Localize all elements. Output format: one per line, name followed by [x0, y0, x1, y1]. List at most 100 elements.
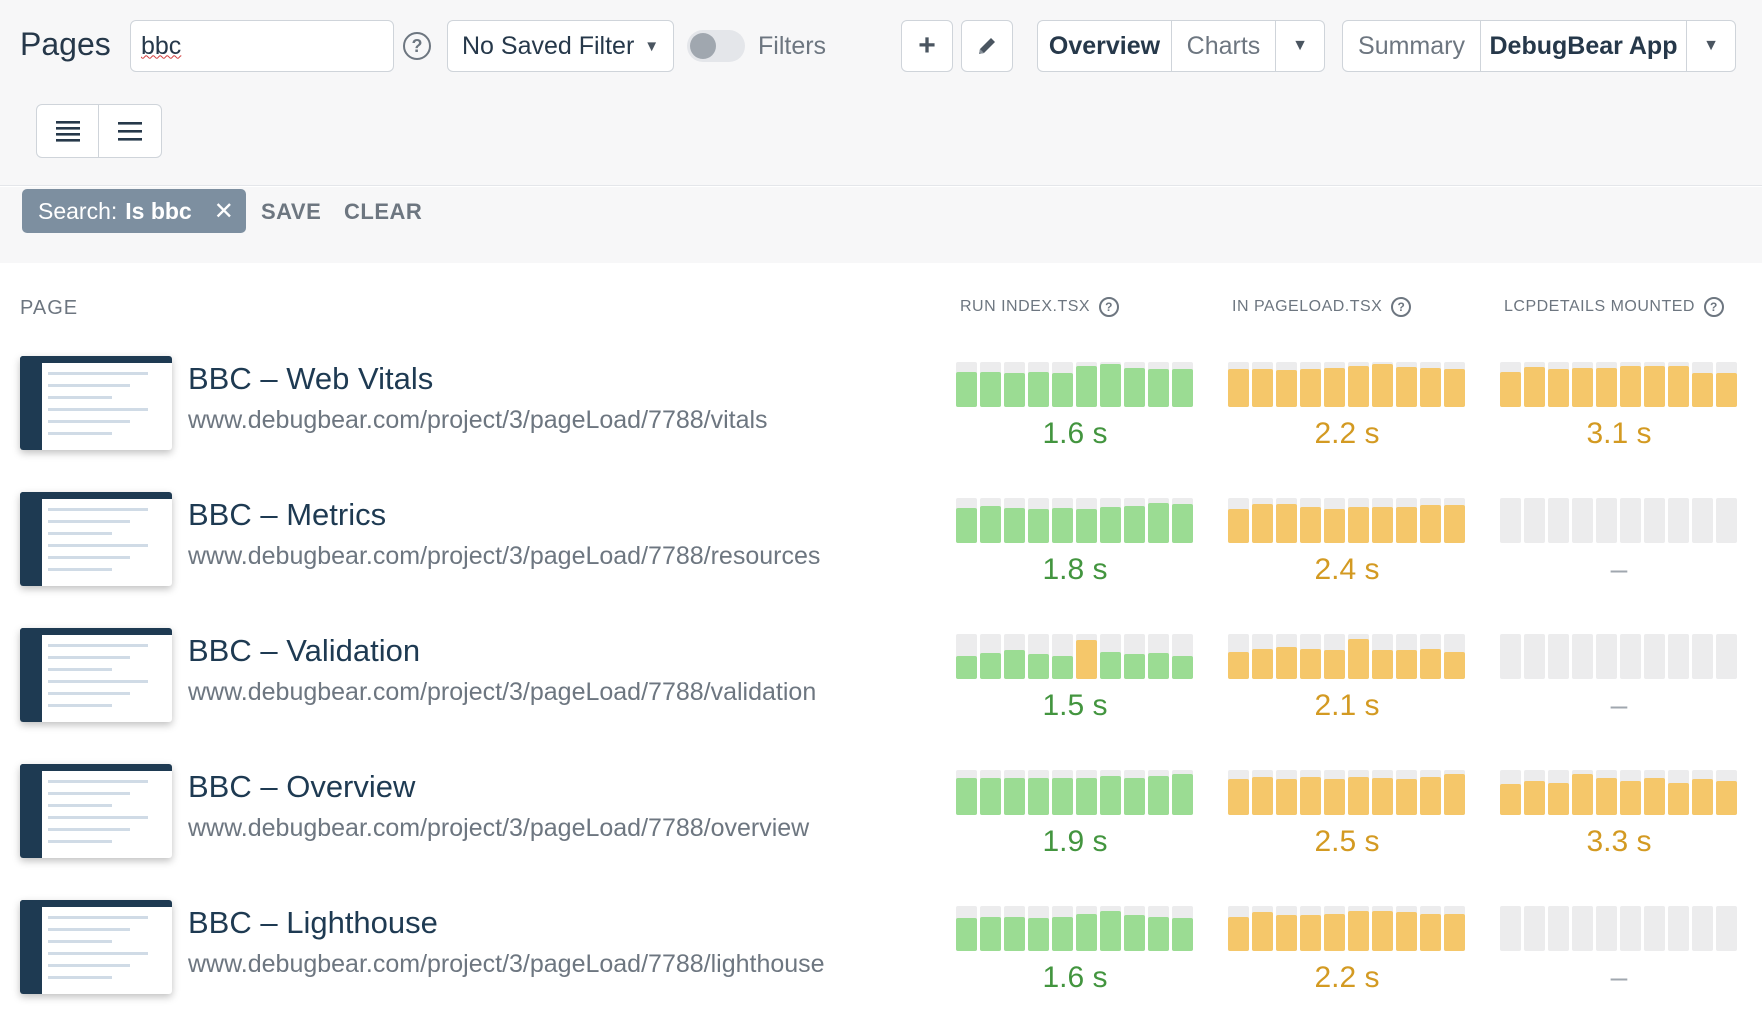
- thumb-line: [48, 520, 130, 523]
- metric-cell[interactable]: 2.5 s: [1228, 770, 1466, 870]
- history-bar: [1004, 362, 1025, 407]
- history-bar: [1444, 498, 1465, 543]
- metric-cell[interactable]: –: [1500, 634, 1738, 734]
- history-bar: [1276, 498, 1297, 543]
- history-bar: [956, 498, 977, 543]
- history-bar: [1524, 362, 1545, 407]
- help-icon[interactable]: ?: [1099, 297, 1120, 317]
- metric-cell[interactable]: 2.4 s: [1228, 498, 1466, 598]
- metric-cell[interactable]: 3.3 s: [1500, 770, 1738, 870]
- history-bar-fill: [1172, 918, 1193, 951]
- page-name-link[interactable]: BBC – Web Vitals: [188, 361, 433, 397]
- page-thumbnail[interactable]: [20, 492, 172, 586]
- metric-cell[interactable]: 1.6 s: [956, 362, 1194, 462]
- metric-cell[interactable]: –: [1500, 906, 1738, 1006]
- history-bar-fill: [1300, 369, 1321, 407]
- metric-cell[interactable]: 1.5 s: [956, 634, 1194, 734]
- history-bar: [1548, 498, 1569, 543]
- search-input[interactable]: [130, 20, 394, 72]
- add-page-button[interactable]: +: [901, 20, 953, 72]
- history-bar-fill: [1644, 778, 1665, 815]
- help-icon[interactable]: ?: [1703, 297, 1724, 317]
- history-bar: [1276, 906, 1297, 951]
- search-filter-chip[interactable]: Search: Is bbc ✕: [22, 189, 246, 233]
- filters-toggle[interactable]: [687, 30, 745, 62]
- history-bar: [1076, 498, 1097, 543]
- history-bar: [1028, 498, 1049, 543]
- tab-overview[interactable]: Overview: [1038, 21, 1172, 71]
- compact-view-button[interactable]: [37, 105, 99, 157]
- sparkline-bars: [1228, 634, 1466, 679]
- table-row[interactable]: BBC – Lighthouse www.debugbear.com/projec…: [0, 884, 1762, 1020]
- history-bar: [1300, 362, 1321, 407]
- history-bar-fill: [1396, 507, 1417, 543]
- metric-cell[interactable]: –: [1500, 498, 1738, 598]
- history-bar-fill: [1348, 639, 1369, 679]
- history-bar: [1444, 906, 1465, 951]
- history-bar-fill: [980, 506, 1001, 543]
- view-dropdown-button[interactable]: ▼: [1276, 21, 1324, 71]
- history-bar: [1500, 362, 1521, 407]
- history-bar-fill: [1028, 509, 1049, 543]
- page-thumbnail[interactable]: [20, 356, 172, 450]
- save-button[interactable]: SAVE: [261, 199, 321, 225]
- page-name-link[interactable]: BBC – Overview: [188, 769, 415, 805]
- metric-cell[interactable]: 2.2 s: [1228, 362, 1466, 462]
- close-icon[interactable]: ✕: [214, 197, 234, 226]
- thumb-line: [48, 828, 130, 831]
- table-row[interactable]: BBC – Validation www.debugbear.com/projec…: [0, 612, 1762, 748]
- metric-cell[interactable]: 2.1 s: [1228, 634, 1466, 734]
- history-bar: [1276, 634, 1297, 679]
- metric-cell[interactable]: 1.6 s: [956, 906, 1194, 1006]
- history-bar: [1052, 770, 1073, 815]
- history-bar-fill: [1228, 917, 1249, 951]
- history-bar: [1420, 906, 1441, 951]
- history-bar-fill: [1396, 779, 1417, 815]
- metric-value: –: [1610, 689, 1628, 722]
- metric-cell[interactable]: 2.2 s: [1228, 906, 1466, 1006]
- clear-button[interactable]: CLEAR: [344, 199, 422, 225]
- history-bar: [1596, 498, 1617, 543]
- thumb-line: [48, 544, 148, 547]
- page-name-link[interactable]: BBC – Validation: [188, 633, 420, 669]
- history-bar: [1548, 770, 1569, 815]
- thumb-line: [48, 408, 148, 411]
- history-bar: [1596, 362, 1617, 407]
- history-bar-fill: [1100, 364, 1121, 407]
- tab-charts[interactable]: Charts: [1172, 21, 1276, 71]
- page-name-link[interactable]: BBC – Lighthouse: [188, 905, 438, 941]
- history-bar: [1572, 770, 1593, 815]
- page-name-link[interactable]: BBC – Metrics: [188, 497, 386, 533]
- history-bar-fill: [1172, 504, 1193, 543]
- history-bar-fill: [1500, 372, 1521, 407]
- history-bar: [1692, 362, 1713, 407]
- table-row[interactable]: BBC – Web Vitals www.debugbear.com/projec…: [0, 340, 1762, 476]
- help-icon[interactable]: ?: [403, 32, 431, 60]
- help-icon[interactable]: ?: [1391, 297, 1412, 317]
- dashboard-dropdown-button[interactable]: ▼: [1687, 21, 1735, 71]
- history-bar: [1420, 634, 1441, 679]
- metric-cell[interactable]: 1.8 s: [956, 498, 1194, 598]
- page-thumbnail[interactable]: [20, 628, 172, 722]
- tab-summary[interactable]: Summary: [1343, 21, 1481, 71]
- saved-filter-dropdown[interactable]: No Saved Filter ▼: [447, 20, 674, 72]
- history-bar-fill: [1420, 368, 1441, 407]
- history-bar-fill: [1100, 507, 1121, 543]
- table-row[interactable]: BBC – Metrics www.debugbear.com/project/3…: [0, 476, 1762, 612]
- history-bar: [1124, 498, 1145, 543]
- page-thumbnail[interactable]: [20, 764, 172, 858]
- page-thumbnail[interactable]: [20, 900, 172, 994]
- history-bar: [1396, 770, 1417, 815]
- comfortable-view-button[interactable]: [99, 105, 161, 157]
- history-bar-fill: [1252, 504, 1273, 543]
- thumb-line: [48, 692, 130, 695]
- history-bar: [1076, 362, 1097, 407]
- tab-debugbear-app[interactable]: DebugBear App: [1481, 21, 1687, 71]
- metric-cell[interactable]: 1.9 s: [956, 770, 1194, 870]
- table-row[interactable]: BBC – Overview www.debugbear.com/project/…: [0, 748, 1762, 884]
- history-bar: [1644, 906, 1665, 951]
- edit-button[interactable]: [961, 20, 1013, 72]
- history-bar: [1372, 770, 1393, 815]
- sparkline-bars: [956, 770, 1194, 815]
- metric-cell[interactable]: 3.1 s: [1500, 362, 1738, 462]
